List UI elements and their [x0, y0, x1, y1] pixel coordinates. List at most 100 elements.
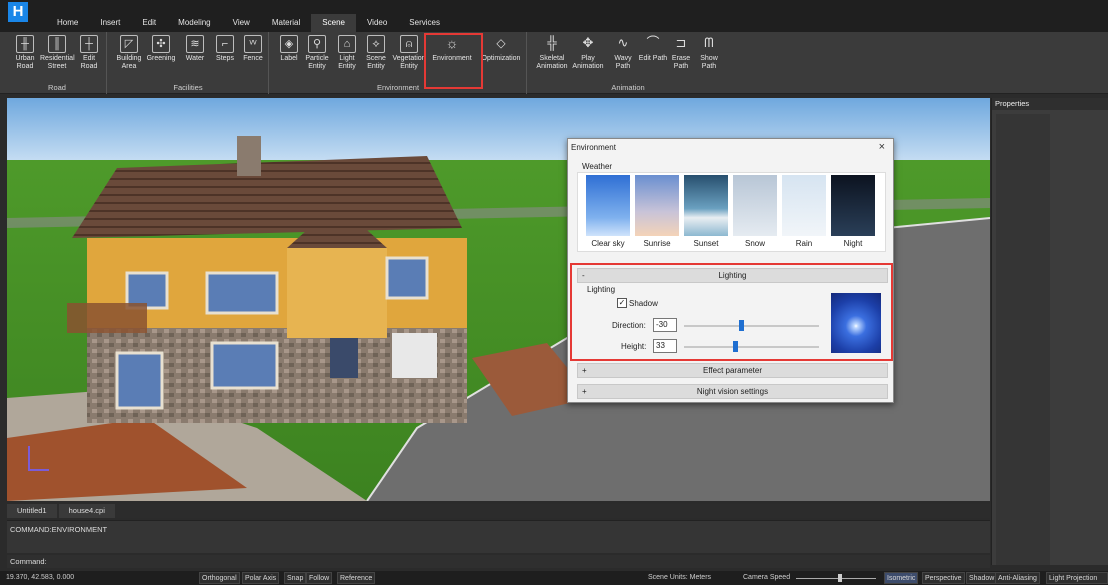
- edit-path-button[interactable]: ⌒ Edit Path: [638, 34, 668, 82]
- doc-tab-untitled1[interactable]: Untitled1: [7, 504, 57, 518]
- command-prompt-label: Command:: [10, 557, 47, 566]
- properties-body: [996, 114, 1050, 565]
- effect-parameter-header[interactable]: + Effect parameter: [577, 363, 888, 378]
- show-path-icon: ᗰ: [704, 35, 714, 50]
- effect-parameter-label: Effect parameter: [703, 366, 762, 375]
- fence-button[interactable]: ᵛᵛ Fence: [238, 34, 268, 82]
- tab-view[interactable]: View: [222, 14, 261, 32]
- perspective-toggle[interactable]: Perspective: [922, 572, 965, 584]
- play-figure-icon: ✥: [582, 35, 594, 50]
- shadow-toggle[interactable]: Shadow: [966, 572, 998, 584]
- weather-clear-sky-thumb[interactable]: [586, 175, 630, 236]
- anti-aliasing-toggle[interactable]: Anti-Aliasing: [995, 572, 1040, 584]
- building-area-button[interactable]: ◸ Building Area: [114, 34, 144, 82]
- command-history-text: COMMAND:ENVIRONMENT: [10, 525, 108, 534]
- dialog-title: Environment: [571, 143, 616, 152]
- command-history: COMMAND:ENVIRONMENT: [7, 520, 990, 553]
- tab-material[interactable]: Material: [261, 14, 311, 32]
- environment-dialog: Environment × Weather Clear sky Sunrise …: [567, 138, 894, 403]
- weather-night-label: Night: [843, 239, 863, 248]
- group-animation: ╬ Skeletal Animation ✥ Play Animation ∿ Wav…: [528, 32, 728, 94]
- tab-home[interactable]: Home: [46, 14, 89, 32]
- light-entity-button[interactable]: ⌂ Light Entity: [332, 34, 362, 82]
- night-vision-header[interactable]: + Night vision settings: [577, 384, 888, 399]
- command-line[interactable]: Command:: [7, 555, 990, 568]
- reference-toggle[interactable]: Reference: [337, 572, 376, 584]
- wavy-path-button[interactable]: ∿ Wavy Path: [608, 34, 638, 82]
- urban-road-button[interactable]: ╫ Urban Road: [10, 34, 40, 82]
- scene-entity-button[interactable]: ⟡ Scene Entity: [361, 34, 391, 82]
- skeletal-animation-button[interactable]: ╬ Skeletal Animation: [534, 34, 570, 82]
- group-title-facilities: Facilities: [173, 83, 203, 92]
- menu-bar: H Home Insert Edit Modeling View Materia…: [0, 0, 1108, 32]
- edit-path-icon: ⌒: [646, 35, 660, 50]
- greening-icon: ✣: [152, 35, 170, 53]
- document-tabs: Untitled1 house4.cpi: [7, 504, 990, 518]
- ribbon: ╫ Urban Road ║ Residential Street ┼ Edit Ro…: [0, 32, 1108, 94]
- night-vision-label: Night vision settings: [696, 387, 769, 396]
- play-animation-button[interactable]: ✥ Play Animation: [570, 34, 606, 82]
- camera-speed-track[interactable]: [796, 578, 876, 579]
- weather-sunrise-label: Sunrise: [643, 239, 671, 248]
- weather-snow-label: Snow: [744, 239, 765, 248]
- group-facilities: ◸ Building Area ✣ Greening ≋ Water ⌐ Steps ᵛ…: [108, 32, 269, 94]
- weather-sunrise-thumb[interactable]: [635, 175, 679, 236]
- wave-icon: ∿: [617, 35, 629, 50]
- menu-tabs: Home Insert Edit Modeling View Material …: [46, 14, 451, 32]
- weather-night-thumb[interactable]: [831, 175, 875, 236]
- close-icon[interactable]: ×: [879, 141, 885, 153]
- diamond-icon: ◇: [496, 36, 506, 50]
- road-icon: ╫: [16, 35, 34, 53]
- erase-path-button[interactable]: ⊐ Erase Path: [666, 34, 696, 82]
- weather-panel: Clear sky Sunrise Sunset Snow Rain Night: [577, 172, 886, 252]
- properties-panel: Properties: [991, 98, 1108, 565]
- weather-rain-thumb[interactable]: [782, 175, 826, 236]
- weather-sunset-thumb[interactable]: [684, 175, 728, 236]
- camera-speed-knob[interactable]: [838, 574, 842, 582]
- environment-highlight-box: [424, 33, 483, 89]
- lighting-highlight-box: [570, 263, 893, 361]
- show-path-button[interactable]: ᗰ Show Path: [694, 34, 724, 82]
- group-title-animation: Animation: [611, 83, 645, 92]
- vegetation-entity-button[interactable]: ⍝ Vegetation Entity: [392, 34, 426, 82]
- tab-edit[interactable]: Edit: [131, 14, 167, 32]
- tab-modeling[interactable]: Modeling: [167, 14, 221, 32]
- water-icon: ≋: [186, 35, 204, 53]
- particle-entity-button[interactable]: ⚲ Particle Entity: [302, 34, 332, 82]
- orthogonal-toggle[interactable]: Orthogonal: [199, 572, 240, 584]
- fence-icon: ᵛᵛ: [244, 35, 262, 53]
- greening-button[interactable]: ✣ Greening: [146, 34, 176, 82]
- isometric-toggle[interactable]: Isometric: [884, 572, 919, 584]
- weather-snow-thumb[interactable]: [733, 175, 777, 236]
- light-projection-toggle[interactable]: Light Projection: [1046, 572, 1108, 584]
- street-icon: ║: [48, 35, 66, 53]
- water-button[interactable]: ≋ Water: [180, 34, 210, 82]
- edit-road-button[interactable]: ┼ Edit Road: [74, 34, 104, 82]
- tag-icon: ◈: [280, 35, 298, 53]
- edit-road-icon: ┼: [80, 35, 98, 53]
- scene-icon: ⟡: [367, 35, 385, 53]
- vegetation-icon: ⍝: [400, 35, 418, 53]
- tab-video[interactable]: Video: [356, 14, 398, 32]
- follow-toggle[interactable]: Follow: [306, 572, 333, 584]
- skeleton-icon: ╬: [547, 35, 557, 50]
- optimization-button[interactable]: ◇ Optimization: [478, 34, 524, 82]
- polar-axis-toggle[interactable]: Polar Axis: [242, 572, 280, 584]
- steps-button[interactable]: ⌐ Steps: [210, 34, 240, 82]
- weather-rain-label: Rain: [795, 239, 813, 248]
- app-window: H Home Insert Edit Modeling View Materia…: [0, 0, 1108, 585]
- properties-title: Properties: [992, 98, 1108, 110]
- group-road: ╫ Urban Road ║ Residential Street ┼ Edit Ro…: [8, 32, 107, 94]
- scene-units: Scene Units: Meters: [648, 574, 712, 581]
- doc-tab-house4[interactable]: house4.cpi: [58, 504, 115, 518]
- weather-clear-sky-label: Clear sky: [591, 239, 625, 248]
- snap-toggle[interactable]: Snap: [284, 572, 307, 584]
- weather-label: Weather: [582, 162, 613, 171]
- tab-services[interactable]: Services: [398, 14, 451, 32]
- residential-street-button[interactable]: ║ Residential Street: [40, 34, 75, 82]
- label-button[interactable]: ◈ Label: [274, 34, 304, 82]
- group-title-environment: Environment: [376, 83, 420, 92]
- tab-insert[interactable]: Insert: [89, 14, 131, 32]
- camera-speed-label: Camera Speed: [743, 574, 791, 581]
- tab-scene[interactable]: Scene: [311, 14, 356, 32]
